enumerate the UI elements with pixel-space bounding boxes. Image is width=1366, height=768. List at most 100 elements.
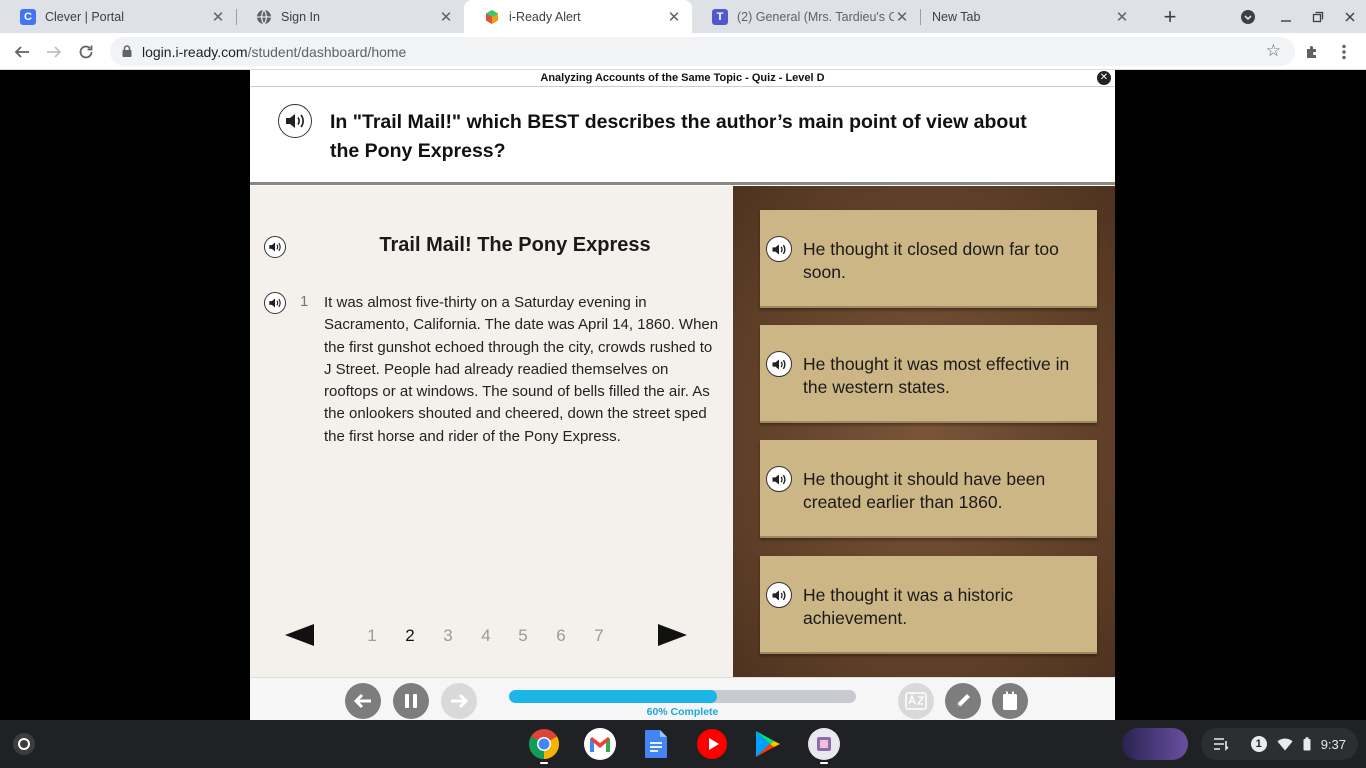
- page-1[interactable]: 1: [362, 626, 382, 646]
- new-tab-button[interactable]: +: [1154, 0, 1186, 33]
- address-bar[interactable]: login.i-ready.com/student/dashboard/home…: [110, 37, 1295, 66]
- answer-audio-button[interactable]: [766, 351, 792, 377]
- answer-audio-button[interactable]: [766, 582, 792, 608]
- answer-text: He thought it was a historic achievement…: [803, 585, 1014, 628]
- lock-icon: [122, 45, 132, 57]
- progress-bar: [509, 690, 856, 703]
- tab-new-tab[interactable]: New Tab ✕: [912, 0, 1140, 33]
- speaker-icon: [286, 114, 304, 128]
- passage-pager: 1 2 3 4 5 6 7: [250, 616, 733, 656]
- tab-teams-general[interactable]: T (2) General (Mrs. Tardieu's Cla ✕: [692, 0, 920, 33]
- browser-toolbar: login.i-ready.com/student/dashboard/home…: [0, 33, 1366, 70]
- chrome-icon[interactable]: [528, 728, 560, 760]
- passage-panel: Trail Mail! The Pony Express 1 It was al…: [250, 186, 733, 677]
- clipboard-list-icon: [1213, 738, 1229, 751]
- minimize-button[interactable]: [1270, 0, 1302, 33]
- answer-choice-b[interactable]: He thought it was most effective in the …: [760, 325, 1097, 423]
- answer-audio-button[interactable]: [766, 466, 792, 492]
- page-7[interactable]: 7: [589, 626, 609, 646]
- highlighter-button[interactable]: [945, 683, 981, 719]
- pause-icon: [405, 694, 417, 708]
- page-5[interactable]: 5: [513, 626, 533, 646]
- running-indicator: [540, 762, 548, 764]
- progress-bar-fill: [509, 690, 718, 703]
- tab-title: New Tab: [932, 9, 981, 24]
- docs-icon[interactable]: [640, 728, 672, 760]
- running-indicator: [820, 762, 828, 764]
- dictionary-icon: [905, 692, 927, 710]
- quiz-close-button[interactable]: ✕: [1097, 71, 1111, 85]
- arrow-right-icon: [451, 693, 469, 709]
- bookmark-star-icon[interactable]: ☆: [1266, 41, 1281, 61]
- pause-button[interactable]: [393, 683, 429, 719]
- avatar[interactable]: [1122, 728, 1188, 760]
- play-store-icon[interactable]: [752, 728, 784, 760]
- globe-icon: [256, 9, 272, 25]
- more-vertical-icon: [1342, 44, 1346, 60]
- page-4[interactable]: 4: [476, 626, 496, 646]
- speaker-icon: [772, 473, 786, 485]
- previous-question-button[interactable]: [345, 683, 381, 719]
- close-icon[interactable]: ✕: [210, 8, 226, 26]
- minimize-icon: [1281, 19, 1291, 22]
- pencil-icon: [957, 694, 970, 707]
- glossary-button[interactable]: [898, 683, 934, 719]
- restore-button[interactable]: [1302, 0, 1334, 33]
- close-icon[interactable]: ✕: [666, 8, 682, 26]
- close-icon: [1345, 12, 1355, 21]
- passage-title-audio-button[interactable]: [264, 236, 286, 258]
- answer-text: He thought it was most effective in the …: [803, 354, 1070, 397]
- arrow-left-icon: [14, 46, 29, 58]
- forward-button[interactable]: [39, 37, 69, 67]
- tab-title: i-Ready Alert: [509, 9, 581, 24]
- close-window-button[interactable]: [1334, 0, 1366, 33]
- page-2[interactable]: 2: [400, 626, 420, 646]
- clock-time: 9:37: [1320, 736, 1346, 752]
- notification-count-badge: 1: [1250, 736, 1267, 752]
- chevron-down-icon: [1241, 9, 1255, 24]
- clever-icon: C: [20, 8, 36, 25]
- tab-sign-in[interactable]: Sign In ✕: [236, 0, 464, 33]
- quiz-control-bar: 60% Complete: [250, 677, 1115, 720]
- tab-clever-portal[interactable]: C Clever | Portal ✕: [0, 0, 236, 33]
- paragraph-number: 1: [300, 293, 309, 310]
- tab-search-button[interactable]: [1232, 0, 1264, 33]
- restore-icon: [1312, 11, 1324, 22]
- close-icon[interactable]: ✕: [438, 8, 454, 26]
- progress-label: 60% Complete: [646, 706, 719, 718]
- arrow-right-icon: [47, 46, 62, 58]
- answer-audio-button[interactable]: [766, 236, 792, 262]
- answer-choice-c[interactable]: He thought it should have been created e…: [760, 440, 1097, 538]
- extensions-button[interactable]: [1297, 37, 1327, 67]
- speaker-icon: [772, 243, 786, 255]
- launcher-circle-icon: [18, 738, 30, 750]
- previous-page-arrow-icon[interactable]: [285, 624, 314, 646]
- paragraph-audio-button[interactable]: [264, 292, 286, 314]
- question-audio-button[interactable]: [278, 104, 312, 138]
- tab-title: (2) General (Mrs. Tardieu's Cla: [737, 9, 894, 24]
- close-icon[interactable]: ✕: [894, 8, 910, 26]
- launcher-button[interactable]: [13, 733, 35, 755]
- page-3[interactable]: 3: [438, 626, 458, 646]
- browser-menu-button[interactable]: [1329, 37, 1359, 67]
- passage-title: Trail Mail! The Pony Express: [379, 234, 651, 256]
- answer-text: He thought it closed down far too soon.: [803, 239, 1059, 282]
- youtube-icon[interactable]: [696, 728, 728, 760]
- next-question-button[interactable]: [441, 683, 477, 719]
- url-path: /student/dashboard/home: [247, 44, 407, 60]
- next-page-arrow-icon[interactable]: [658, 624, 687, 646]
- reload-button[interactable]: [71, 37, 101, 67]
- answer-choice-d[interactable]: He thought it was a historic achievement…: [760, 556, 1097, 654]
- answer-choice-a[interactable]: He thought it closed down far too soon.: [760, 210, 1097, 308]
- app-icon[interactable]: [808, 728, 840, 760]
- gmail-icon[interactable]: [584, 728, 616, 760]
- notepad-button[interactable]: [992, 683, 1028, 719]
- answer-panel: He thought it closed down far too soon. …: [733, 186, 1115, 677]
- back-button[interactable]: [7, 37, 37, 67]
- page-6[interactable]: 6: [551, 626, 571, 646]
- tab-iready-alert[interactable]: i-Ready Alert ✕: [464, 0, 692, 33]
- tab-title: Clever | Portal: [45, 9, 124, 24]
- system-tray[interactable]: 1 9:37: [1200, 728, 1358, 760]
- close-icon[interactable]: ✕: [1114, 8, 1130, 26]
- quiz-title: Analyzing Accounts of the Same Topic - Q…: [540, 72, 825, 84]
